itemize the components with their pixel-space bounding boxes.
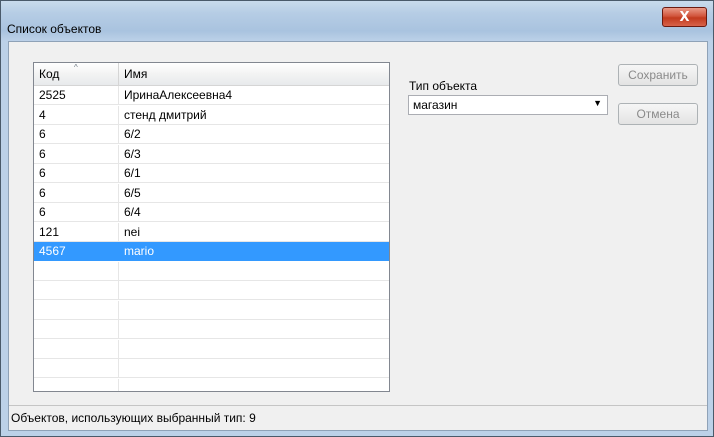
empty-row [34, 359, 389, 378]
object-type-select[interactable]: магазин ▼ [408, 95, 608, 115]
cell-code [34, 339, 119, 359]
cell-code: 6 [34, 164, 119, 183]
empty-row [34, 378, 389, 391]
table-row[interactable]: 6 6/2 [34, 125, 389, 144]
cell-name: стенд дмитрий [124, 107, 207, 122]
object-type-value: магазин [413, 98, 458, 112]
grid-header: Код ^ Имя [34, 63, 389, 86]
cell-name: ИринаАлексеевна4 [124, 88, 233, 102]
table-row[interactable]: 121 nei [34, 222, 389, 242]
cell-code [34, 300, 119, 320]
cell-name: 6/1 [124, 166, 141, 180]
cell-name: 6/5 [124, 185, 141, 200]
cell-name: mario [124, 244, 155, 258]
table-row[interactable]: 4 стенд дмитрий [34, 105, 389, 125]
cell-code: 121 [34, 222, 119, 242]
cell-code: 6 [34, 144, 119, 164]
cell-code: 2525 [34, 86, 119, 105]
object-type-label: Тип объекта [409, 79, 478, 93]
cell-code: 6 [34, 183, 119, 203]
cell-name: 6/3 [124, 146, 141, 161]
close-icon: X [679, 9, 690, 25]
table-row[interactable]: 6 6/1 [34, 164, 389, 183]
table-row[interactable]: 6 6/3 [34, 144, 389, 164]
sort-ascending-icon: ^ [74, 63, 78, 72]
cell-code [34, 261, 119, 281]
window-title: Список объектов [7, 22, 102, 36]
cell-code: 6 [34, 203, 119, 222]
cell-code: 4567 [34, 242, 119, 261]
empty-row [34, 320, 389, 339]
dialog-window: Список объектов X Код ^ Имя 2525 ИринаАле… [0, 0, 714, 437]
cell-code [34, 359, 119, 378]
table-row[interactable]: 6 6/5 [34, 183, 389, 203]
table-row[interactable]: 6 6/4 [34, 203, 389, 222]
cell-code [34, 281, 119, 300]
table-row[interactable]: 2525 ИринаАлексеевна4 [34, 86, 389, 105]
cell-code [34, 378, 119, 391]
cell-code: 6 [34, 125, 119, 144]
column-name-label: Имя [124, 67, 148, 81]
title-bar[interactable]: Список объектов X [1, 1, 713, 41]
close-button[interactable]: X [662, 7, 707, 27]
cancel-button[interactable]: Отмена [618, 103, 698, 125]
empty-row [34, 339, 389, 359]
objects-grid[interactable]: Код ^ Имя 2525 ИринаАлексеевна4 4 стенд дми… [33, 62, 390, 392]
empty-row [34, 281, 389, 300]
dropdown-arrow-icon[interactable]: ▼ [593, 98, 602, 108]
cell-code [34, 320, 119, 339]
empty-row [34, 300, 389, 320]
column-header-code[interactable]: Код ^ [34, 63, 119, 85]
table-row[interactable]: 4567 mario [34, 242, 389, 261]
cell-code: 4 [34, 105, 119, 125]
column-code-label: Код [39, 67, 60, 81]
cell-name: 6/4 [124, 205, 141, 219]
status-text: Объектов, использующих выбранный тип: 9 [11, 411, 256, 425]
cell-name: nei [124, 224, 141, 239]
status-bar: Объектов, использующих выбранный тип: 9 [9, 405, 707, 430]
column-header-name[interactable]: Имя [119, 63, 389, 85]
save-button[interactable]: Сохранить [618, 64, 698, 86]
cell-name: 6/2 [124, 127, 141, 141]
empty-row [34, 261, 389, 281]
dialog-body: Код ^ Имя 2525 ИринаАлексеевна4 4 стенд дми… [8, 41, 708, 431]
